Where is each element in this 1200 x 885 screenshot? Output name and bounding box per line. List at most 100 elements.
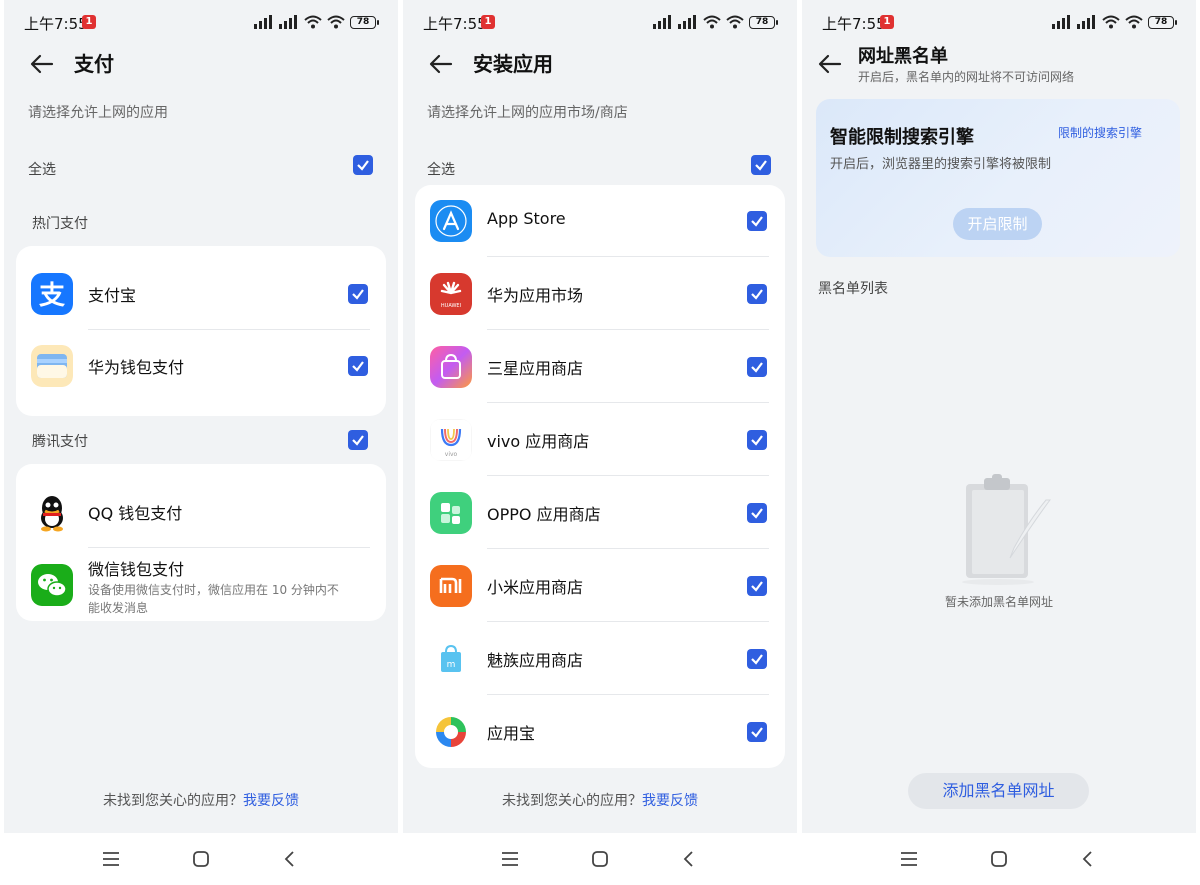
xiaomi-appstore-icon — [430, 565, 472, 607]
app-checkbox[interactable] — [747, 503, 767, 523]
wechat-icon — [31, 564, 73, 606]
app-name: vivo 应用商店 — [487, 432, 590, 451]
menu-icon[interactable] — [99, 847, 123, 871]
list-item-huawei-wallet[interactable]: 华为钱包支付 — [16, 330, 386, 402]
app-name: 小米应用商店 — [487, 578, 584, 597]
system-nav-bar — [4, 833, 398, 885]
checkmark-icon — [352, 289, 364, 300]
notification-badge: 1 — [82, 15, 96, 29]
page-title: 支付 — [74, 52, 114, 76]
app-name: QQ 钱包支付 — [88, 504, 183, 523]
feedback-link[interactable]: 我要反馈 — [243, 793, 299, 809]
checkmark-icon — [751, 362, 763, 373]
back-icon[interactable] — [278, 847, 302, 871]
svg-text:HUAWEI: HUAWEI — [441, 303, 461, 309]
app-checkbox[interactable] — [747, 211, 767, 231]
install-apps-screen: 上午7:55 1 78 安装应用 请选择允许上网的应用市场/商店 全选 App … — [403, 0, 797, 885]
checkmark-icon — [357, 160, 369, 171]
divider — [487, 621, 769, 622]
svg-text:m: m — [447, 660, 456, 670]
checkmark-icon — [352, 361, 364, 372]
yingyongbao-icon — [430, 711, 472, 753]
list-item-qq-wallet[interactable]: QQ 钱包支付 — [16, 476, 386, 548]
smart-search-engine-card: 智能限制搜索引擎 限制的搜索引擎 开启后，浏览器里的搜索引擎将被限制 开启限制 — [816, 99, 1180, 257]
screens: 上午7:55 1 78 支付 请选择允许上网的应用 全选 热门支付 支 支付宝 — [0, 0, 1200, 885]
tencent-group-checkbox[interactable] — [348, 430, 368, 450]
app-checkbox[interactable] — [747, 649, 767, 669]
checkmark-icon — [352, 435, 364, 446]
back-arrow-icon[interactable] — [427, 50, 455, 78]
list-item-app-store[interactable]: App Store — [415, 185, 785, 257]
samsung-galaxy-store-icon — [430, 346, 472, 388]
restricted-engines-link[interactable]: 限制的搜索引擎 — [1058, 124, 1142, 141]
list-item-alipay[interactable]: 支 支付宝 — [16, 258, 386, 330]
status-time: 上午7:55 — [24, 15, 88, 33]
status-bar: 上午7:55 1 78 — [4, 0, 398, 46]
home-icon[interactable] — [588, 847, 612, 871]
cellular-signal-icon — [653, 15, 671, 29]
add-blacklist-url-button[interactable]: 添加黑名单网址 — [908, 773, 1089, 809]
hotspot-icon — [327, 15, 345, 29]
huawei-wallet-checkbox[interactable] — [348, 356, 368, 376]
app-store-list-card: App Store HUAWEI 华为应用市场 三星应用商店 vivo vivo… — [415, 185, 785, 768]
wifi-icon — [703, 15, 721, 29]
app-name: OPPO 应用商店 — [487, 505, 601, 524]
engine-description: 开启后，浏览器里的搜索引擎将被限制 — [830, 157, 1052, 172]
home-icon[interactable] — [189, 847, 213, 871]
enable-restriction-button[interactable]: 开启限制 — [953, 208, 1042, 240]
menu-icon[interactable] — [897, 847, 921, 871]
list-item-oppo-store[interactable]: OPPO 应用商店 — [415, 477, 785, 549]
empty-state-text: 暂未添加黑名单网址 — [944, 595, 1053, 609]
wifi-icon — [304, 15, 322, 29]
app-name: 微信钱包支付 — [88, 560, 185, 579]
list-item-wechat-wallet[interactable]: 微信钱包支付 设备使用微信支付时，微信应用在 10 分钟内不能收发消息 — [16, 548, 386, 620]
cellular-signal-icon — [678, 15, 696, 29]
menu-icon[interactable] — [498, 847, 522, 871]
app-checkbox[interactable] — [747, 576, 767, 596]
cellular-signal-icon — [254, 15, 272, 29]
app-name: 华为钱包支付 — [88, 358, 185, 377]
back-icon[interactable] — [677, 847, 701, 871]
app-checkbox[interactable] — [747, 722, 767, 742]
app-checkbox[interactable] — [747, 357, 767, 377]
back-arrow-icon[interactable] — [28, 50, 56, 78]
group-label-tencent-payment: 腾讯支付 — [32, 434, 88, 450]
app-name: 应用宝 — [487, 724, 536, 743]
checkmark-icon — [751, 289, 763, 300]
system-nav-bar — [802, 833, 1196, 885]
checkmark-icon — [751, 581, 763, 592]
back-arrow-icon[interactable] — [816, 50, 844, 78]
select-all-checkbox[interactable] — [353, 155, 373, 175]
select-all-checkbox[interactable] — [751, 155, 771, 175]
back-icon[interactable] — [1076, 847, 1100, 871]
list-item-meizu-store[interactable]: m 魅族应用商店 — [415, 623, 785, 695]
checkmark-icon — [751, 727, 763, 738]
vivo-appstore-icon: vivo — [430, 419, 472, 461]
app-checkbox[interactable] — [747, 430, 767, 450]
engine-title: 智能限制搜索引擎 — [830, 127, 974, 148]
list-item-vivo-store[interactable]: vivo vivo 应用商店 — [415, 404, 785, 476]
checkmark-icon — [751, 654, 763, 665]
feedback-footer: 未找到您关心的应用？我要反馈 — [403, 790, 797, 810]
huawei-wallet-icon — [31, 345, 73, 387]
hotspot-icon — [1125, 15, 1143, 29]
url-blacklist-screen: 上午7:55 1 78 网址黑名单 开启后，黑名单内的网址将不可访问网络 智能限… — [802, 0, 1196, 885]
feedback-link[interactable]: 我要反馈 — [642, 793, 698, 809]
hotspot-icon — [726, 15, 744, 29]
list-item-huawei-appgallery[interactable]: HUAWEI 华为应用市场 — [415, 258, 785, 330]
list-item-samsung-store[interactable]: 三星应用商店 — [415, 331, 785, 403]
status-time: 上午7:55 — [822, 15, 886, 33]
home-icon[interactable] — [987, 847, 1011, 871]
svg-text:支: 支 — [39, 281, 65, 311]
app-name: 支付宝 — [88, 286, 137, 305]
feedback-footer: 未找到您关心的应用？我要反馈 — [4, 790, 398, 810]
list-item-yingyongbao[interactable]: 应用宝 — [415, 696, 785, 768]
app-name: 魅族应用商店 — [487, 651, 584, 670]
page-title: 网址黑名单 — [858, 46, 948, 67]
app-checkbox[interactable] — [747, 284, 767, 304]
footer-text: 未找到您关心的应用？ — [103, 793, 243, 809]
huawei-appgallery-icon: HUAWEI — [430, 273, 472, 315]
cellular-signal-icon — [1052, 15, 1070, 29]
list-item-xiaomi-store[interactable]: 小米应用商店 — [415, 550, 785, 622]
alipay-checkbox[interactable] — [348, 284, 368, 304]
